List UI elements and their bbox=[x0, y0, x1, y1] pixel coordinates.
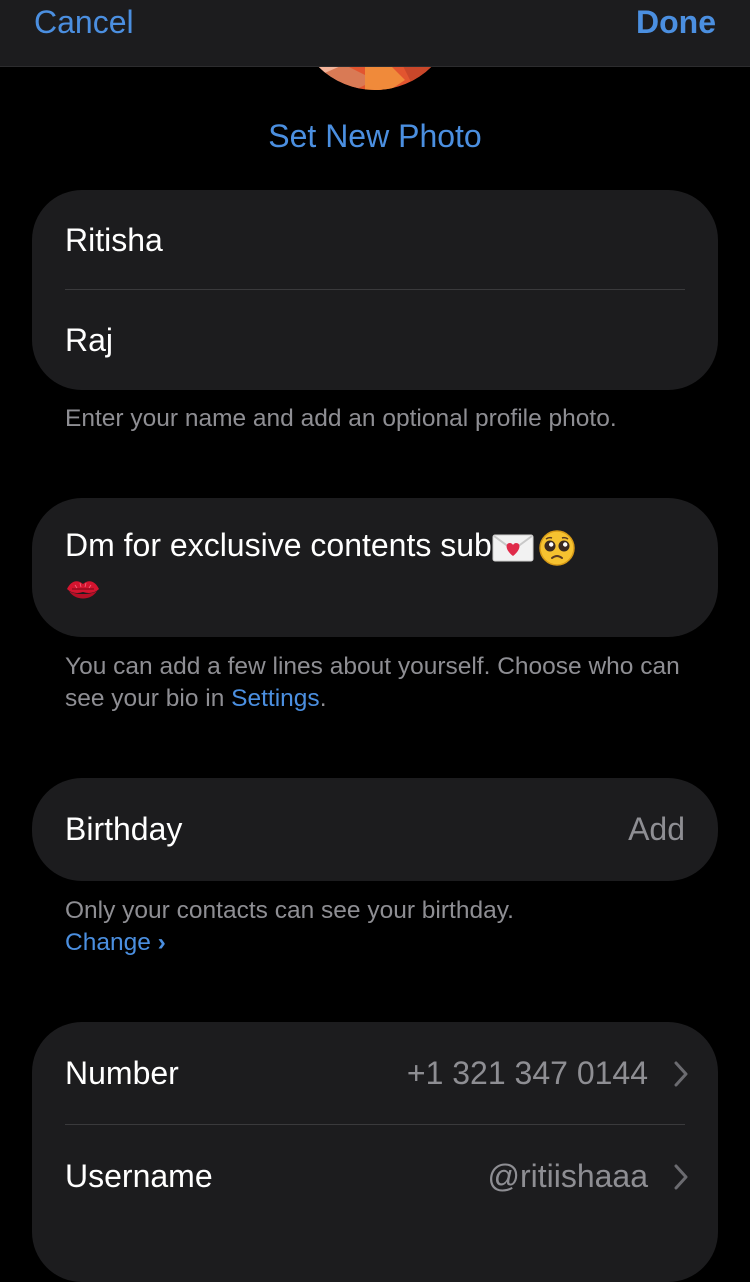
account-card: Number +1 321 347 0144 Username @ritiish… bbox=[32, 1022, 718, 1282]
chevron-right-icon: › bbox=[157, 929, 166, 956]
name-card: Ritisha Raj bbox=[32, 190, 718, 390]
cancel-button[interactable]: Cancel bbox=[34, 2, 134, 42]
birthday-row[interactable]: Birthday Add bbox=[32, 778, 718, 881]
username-row[interactable]: Username @ritiishaaa bbox=[32, 1125, 718, 1228]
last-name-value: Raj bbox=[65, 322, 114, 358]
set-new-photo-button[interactable]: Set New Photo bbox=[0, 114, 750, 158]
birthday-label: Birthday bbox=[65, 811, 183, 847]
bio-hint: You can add a few lines about yourself. … bbox=[65, 651, 705, 715]
first-name-field[interactable]: Ritisha bbox=[32, 190, 718, 290]
bio-hint-text: You can add a few lines about yourself. … bbox=[65, 653, 680, 712]
birthday-add-value[interactable]: Add bbox=[628, 778, 685, 881]
love-letter-emoji bbox=[492, 532, 534, 564]
kiss-mark-emoji bbox=[65, 575, 101, 605]
change-link[interactable]: Change › bbox=[65, 927, 166, 959]
number-label: Number bbox=[65, 1055, 179, 1091]
birthday-card[interactable]: Birthday Add bbox=[32, 778, 718, 881]
chevron-right-icon bbox=[674, 1164, 688, 1190]
name-hint: Enter your name and add an optional prof… bbox=[65, 405, 617, 432]
done-button[interactable]: Done bbox=[636, 2, 716, 42]
bio-field[interactable]: Dm for exclusive contents sub bbox=[65, 524, 685, 609]
username-value: @ritiishaaa bbox=[487, 1158, 648, 1194]
birthday-hint: Only your contacts can see your birthday… bbox=[65, 897, 514, 924]
change-link-label: Change bbox=[65, 929, 151, 956]
username-label: Username bbox=[65, 1158, 213, 1194]
first-name-value: Ritisha bbox=[65, 222, 163, 258]
settings-link[interactable]: Settings bbox=[231, 685, 320, 712]
last-name-field[interactable]: Raj bbox=[32, 290, 718, 390]
bio-hint-period: . bbox=[319, 685, 327, 712]
bio-card[interactable]: Dm for exclusive contents sub bbox=[32, 498, 718, 637]
navigation-bar: Cancel Done bbox=[0, 0, 750, 67]
number-value: +1 321 347 0144 bbox=[406, 1055, 648, 1091]
pleading-face-emoji bbox=[538, 529, 576, 567]
number-row[interactable]: Number +1 321 347 0144 bbox=[32, 1022, 718, 1125]
bio-value: Dm for exclusive contents sub bbox=[65, 527, 492, 563]
chevron-right-icon bbox=[674, 1061, 688, 1087]
